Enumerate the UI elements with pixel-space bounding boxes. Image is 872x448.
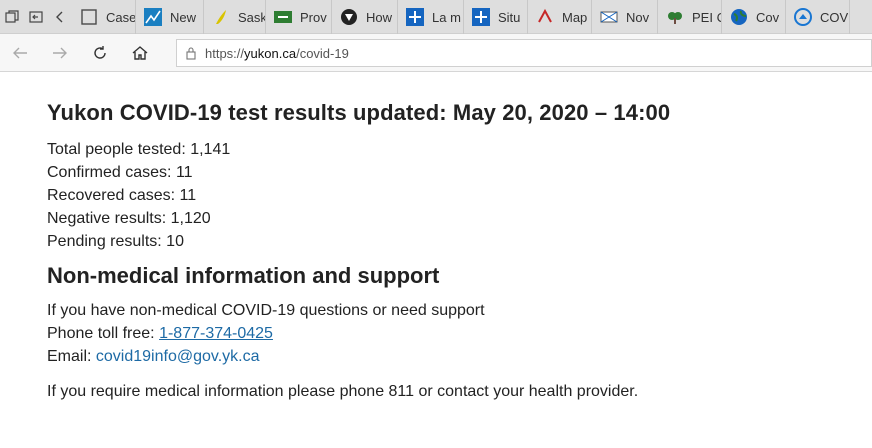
lock-icon[interactable] [177, 46, 205, 60]
email-line: Email: covid19info@gov.yk.ca [47, 345, 847, 368]
browser-tab[interactable]: La m [398, 0, 464, 34]
browser-tab[interactable]: Prov [266, 0, 332, 34]
refresh-button[interactable] [80, 34, 120, 72]
tab-title: PEI C [692, 9, 721, 25]
browser-tab[interactable]: PEI C [658, 0, 722, 34]
nova-scotia-icon [600, 8, 618, 26]
cases-icon [80, 8, 98, 26]
address-bar[interactable]: https://yukon.ca/covid-19 [176, 39, 872, 67]
tab-title: Cov [756, 9, 780, 25]
tab-title: Situ [498, 9, 521, 25]
tab-overview-button[interactable] [0, 0, 24, 33]
email-label: Email: [47, 348, 96, 365]
browser-tab[interactable]: New [136, 0, 204, 34]
covid-icon [794, 8, 812, 26]
phone-line: Phone toll free: 1-877-374-0425 [47, 322, 847, 345]
chart-icon [144, 8, 162, 26]
url-path: /covid-19 [296, 45, 349, 61]
tab-title: COV [820, 9, 849, 25]
refresh-icon [94, 45, 106, 59]
tab-title: How [366, 9, 393, 25]
set-aside-icon [29, 10, 43, 23]
tab-title: La m [432, 9, 461, 25]
tab-title: Case [106, 9, 135, 25]
map-icon [536, 8, 554, 26]
url-prefix: https:// [205, 45, 245, 61]
shield-icon [340, 8, 358, 26]
url-host: yukon.ca [244, 45, 297, 61]
browser-tab[interactable]: Case [72, 0, 136, 34]
province-flag-icon [274, 8, 292, 26]
stat-pending: Pending results: 10 [47, 233, 184, 250]
stat-confirmed: Confirmed cases: 11 [47, 164, 193, 181]
browser-tab[interactable]: Map [528, 0, 592, 34]
tab-title: New [170, 9, 197, 25]
navigation-bar: https://yukon.ca/covid-19 [0, 34, 872, 72]
scroll-tabs-left-button[interactable] [48, 0, 72, 33]
medical-note: If you require medical information pleas… [47, 383, 639, 400]
browser-tab[interactable]: How [332, 0, 398, 34]
tab-title: Map [562, 9, 588, 25]
page-title: Yukon COVID-19 test results updated: May… [47, 100, 671, 125]
email-link[interactable]: covid19info@gov.yk.ca [96, 348, 260, 365]
tab-title: Sask [238, 9, 265, 25]
saskatchewan-icon [212, 8, 230, 26]
back-button[interactable] [0, 34, 40, 72]
home-icon [132, 45, 148, 60]
browser-tab[interactable]: Situ [464, 0, 528, 34]
home-button[interactable] [120, 34, 160, 72]
tab-title: Nov [626, 9, 650, 25]
tab-title: Prov [300, 9, 327, 25]
browser-tab[interactable]: COV [786, 0, 850, 34]
phone-link[interactable]: 1-877-374-0425 [159, 325, 273, 342]
phone-label: Phone toll free: [47, 325, 160, 342]
stat-negative: Negative results: 1,120 [47, 210, 211, 227]
forward-button[interactable] [40, 34, 80, 72]
browser-tab[interactable]: Cov [722, 0, 786, 34]
browser-tab[interactable]: Nov [592, 0, 658, 34]
quebec-icon [406, 8, 424, 26]
support-intro: If you have non-medical COVID-19 questio… [47, 302, 485, 319]
test-results-list: Total people tested: 1,141 Confirmed cas… [47, 138, 847, 253]
tab-strip: Case New Sask Prov How La m Situ Map Nov PEI C Cov… [0, 0, 872, 34]
arrow-right-icon [53, 47, 67, 58]
page-content: Yukon COVID-19 test results updated: May… [47, 100, 847, 403]
stat-total-tested: Total people tested: 1,141 [47, 141, 231, 158]
support-info: If you have non-medical COVID-19 questio… [47, 299, 847, 368]
chevron-left-icon [56, 11, 63, 22]
pei-icon [666, 8, 684, 26]
globe-icon [730, 8, 748, 26]
browser-tab[interactable]: Sask [204, 0, 266, 34]
quebec-icon [472, 8, 490, 26]
support-heading: Non-medical information and support [47, 263, 440, 288]
arrow-left-icon [13, 47, 27, 58]
tab-overview-icon [5, 9, 19, 23]
url-text[interactable]: https://yukon.ca/covid-19 [205, 46, 349, 61]
stat-recovered: Recovered cases: 11 [47, 187, 197, 204]
set-tabs-aside-button[interactable] [24, 0, 48, 33]
